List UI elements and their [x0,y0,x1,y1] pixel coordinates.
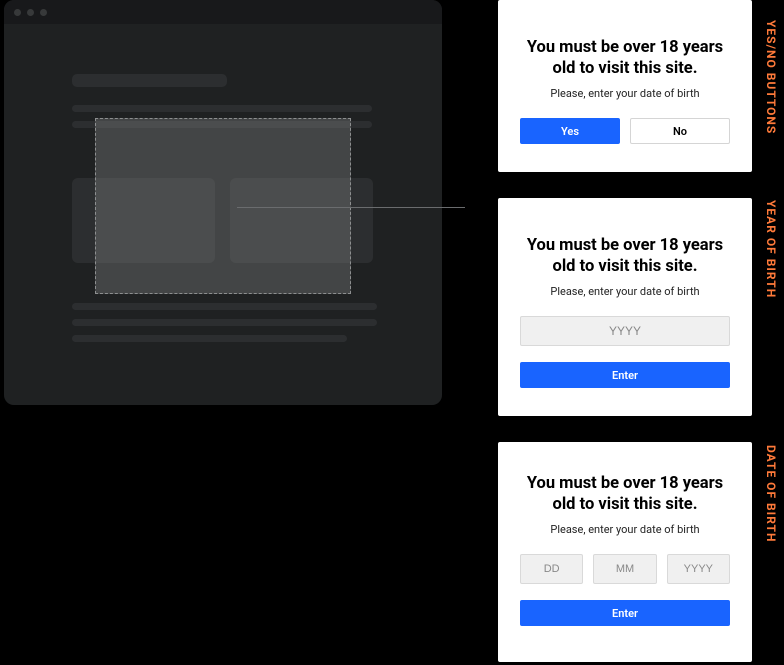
agegate-yesno-card: You must be over 18 years old to visit t… [498,0,752,172]
enter-button[interactable]: Enter [520,600,730,626]
enter-button[interactable]: Enter [520,362,730,388]
year-input[interactable] [667,554,730,584]
section-label-year: YEAR OF BIRTH [764,200,778,298]
yes-button[interactable]: Yes [520,118,620,144]
year-input[interactable] [520,316,730,346]
agegate-subtext: Please, enter your date of birth [520,523,730,536]
agegate-year-card: You must be over 18 years old to visit t… [498,198,752,416]
connector-line [237,207,465,208]
section-label-yesno: YES/NO BUTTONS [764,20,778,134]
agegate-subtext: Please, enter your date of birth [520,87,730,100]
no-button[interactable]: No [630,118,730,144]
section-label-dob: DATE OF BIRTH [764,445,778,542]
agegate-heading: You must be over 18 years old to visit t… [520,236,730,277]
month-input[interactable] [593,554,656,584]
agegate-heading: You must be over 18 years old to visit t… [520,38,730,79]
agegate-heading: You must be over 18 years old to visit t… [520,474,730,515]
agegate-dob-card: You must be over 18 years old to visit t… [498,442,752,662]
modal-placeholder [95,118,351,294]
agegate-subtext: Please, enter your date of birth [520,285,730,298]
day-input[interactable] [520,554,583,584]
